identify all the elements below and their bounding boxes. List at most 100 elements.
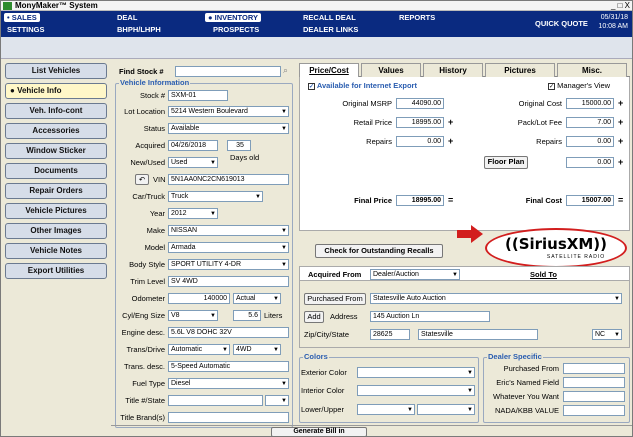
drive-select[interactable]: 4WD ▼: [233, 344, 281, 355]
managers-view[interactable]: ✓ Manager's View: [548, 81, 610, 90]
chevron-down-icon: ▼: [210, 160, 216, 166]
cartruck-select[interactable]: Truck ▼: [168, 191, 263, 202]
trans-select[interactable]: Automatic ▼: [168, 344, 230, 355]
status-select[interactable]: Available ▼: [168, 123, 289, 134]
tab-values[interactable]: Values: [361, 63, 421, 77]
cartruck-value: Truck: [171, 193, 189, 200]
generate-bill-button[interactable]: Generate Bill in: [271, 427, 367, 437]
pack-field[interactable]: 7.00: [566, 117, 614, 128]
nav-settings[interactable]: SETTINGS: [7, 25, 45, 34]
internet-export[interactable]: ✓ Available for Internet Export: [308, 81, 417, 90]
nav-dealer-links[interactable]: DEALER LINKS: [303, 25, 358, 34]
window-controls[interactable]: _ □ X: [611, 1, 630, 11]
purchased-from-button[interactable]: Purchased From: [304, 293, 366, 305]
nav-reports[interactable]: REPORTS: [399, 13, 435, 22]
purchased-from-select[interactable]: Statesville Auto Auction ▼: [370, 293, 622, 304]
dealer-f4-field[interactable]: [563, 405, 625, 416]
title-field[interactable]: [168, 395, 263, 406]
brands-field[interactable]: [168, 412, 289, 423]
lower-color-select[interactable]: ▼: [357, 404, 415, 415]
engdesc-field[interactable]: 5.6L V8 DOHC 32V: [168, 327, 289, 338]
sidebar-vehicle-notes[interactable]: Vehicle Notes: [5, 243, 107, 259]
fuel-value: Diesel: [171, 380, 191, 387]
nav-deal[interactable]: DEAL: [117, 13, 137, 22]
floor-plan-field[interactable]: 0.00: [566, 157, 614, 168]
sidebar-vehicle-pictures[interactable]: Vehicle Pictures: [5, 203, 107, 219]
state-select[interactable]: NC ▼: [592, 329, 622, 340]
acquired-from-select[interactable]: Dealer/Auction ▼: [370, 269, 460, 280]
make-select[interactable]: NISSAN ▼: [168, 225, 289, 236]
liters-field[interactable]: 5.6: [233, 310, 261, 321]
zip-city-state-label: Zip/City/State: [304, 330, 350, 339]
check-recalls-button[interactable]: Check for Outstanding Recalls: [315, 244, 443, 258]
sirius-logo[interactable]: ((SiriusXM)) SATELLITE RADIO: [485, 228, 627, 268]
tab-misc[interactable]: Misc.: [557, 63, 627, 77]
binoculars-icon[interactable]: ⌕: [283, 65, 288, 76]
plus-sign: +: [618, 98, 624, 108]
int-color-select[interactable]: ▼: [357, 385, 475, 396]
cyl-select[interactable]: V8 ▼: [168, 310, 218, 321]
body-select[interactable]: SPORT UTILITY 4-DR ▼: [168, 259, 289, 270]
sidebar-vehicle-info[interactable]: ● Vehicle Info: [5, 83, 107, 99]
newused-value: Used: [171, 159, 188, 166]
chevron-down-icon: ▼: [281, 126, 287, 132]
nav-prospects[interactable]: PROSPECTS: [213, 25, 259, 34]
title-bar: MonyMaker™ System _ □ X: [1, 1, 632, 11]
sidebar-documents[interactable]: Documents: [5, 163, 107, 179]
msrp-field[interactable]: 44090.00: [396, 98, 444, 109]
undo-icon[interactable]: ↶: [135, 174, 149, 185]
nav-inventory[interactable]: ● INVENTORY: [205, 13, 261, 22]
fuel-select[interactable]: Diesel ▼: [168, 378, 289, 389]
sidebar-veh-info-cont[interactable]: Veh. Info-cont: [5, 103, 107, 119]
sidebar-other-images[interactable]: Other Images: [5, 223, 107, 239]
model-select[interactable]: Armada ▼: [168, 242, 289, 253]
odometer-type-select[interactable]: Actual ▼: [233, 293, 281, 304]
orig-cost-field[interactable]: 15000.00: [566, 98, 614, 109]
retail-field[interactable]: 18995.00: [396, 117, 444, 128]
make-value: NISSAN: [171, 227, 198, 234]
year-select[interactable]: 2012 ▼: [168, 208, 218, 219]
dealer-f2-field[interactable]: [563, 377, 625, 388]
sidebar-list-vehicles[interactable]: List Vehicles: [5, 63, 107, 79]
dealer-f3-label: Whatever You Want: [492, 392, 559, 401]
bottom-bar: [111, 425, 632, 437]
acquired-field[interactable]: 04/26/2018: [168, 140, 218, 151]
repairs2-label: Repairs: [536, 137, 562, 146]
sidebar-window-sticker[interactable]: Window Sticker: [5, 143, 107, 159]
title-state-select[interactable]: ▼: [265, 395, 289, 406]
transdesc-field[interactable]: 5-Speed Automatic: [168, 361, 289, 372]
ext-color-label: Exterior Color: [301, 368, 347, 377]
vin-field[interactable]: 5N1AA0NC2CN619013: [168, 174, 289, 185]
tab-price-cost[interactable]: Price/Cost: [299, 63, 359, 77]
odometer-field[interactable]: 140000: [168, 293, 230, 304]
tab-history[interactable]: History: [423, 63, 483, 77]
city-field[interactable]: Statesville: [418, 329, 538, 340]
newused-select[interactable]: Used ▼: [168, 157, 218, 168]
nav-sales[interactable]: • SALES: [4, 13, 40, 22]
sidebar-export-utilities[interactable]: Export Utilities: [5, 263, 107, 279]
sidebar-repair-orders[interactable]: Repair Orders: [5, 183, 107, 199]
floor-plan-button[interactable]: Floor Plan: [484, 156, 528, 169]
dealer-f3-field[interactable]: [563, 391, 625, 402]
dealer-f1-field[interactable]: [563, 363, 625, 374]
nav-quick-quote[interactable]: QUICK QUOTE: [535, 19, 588, 28]
tab-pictures[interactable]: Pictures: [485, 63, 555, 77]
vehicle-form: Find Stock # ⌕ Vehicle Information Stock…: [113, 63, 296, 433]
sidebar-accessories[interactable]: Accessories: [5, 123, 107, 139]
trim-field[interactable]: SV 4WD: [168, 276, 289, 287]
zip-field[interactable]: 28625: [370, 329, 410, 340]
days-field: 35: [227, 140, 251, 151]
lot-select[interactable]: 5214 Western Boulevard ▼: [168, 106, 289, 117]
address-field[interactable]: 145 Auction Ln: [370, 311, 490, 322]
repairs-field[interactable]: 0.00: [396, 136, 444, 147]
upper-color-select[interactable]: ▼: [417, 404, 475, 415]
stock-field[interactable]: SXM-01: [168, 90, 228, 101]
sold-to-tab[interactable]: Sold To: [530, 270, 557, 279]
nav-recall-deal[interactable]: RECALL DEAL: [303, 13, 356, 22]
nav-bhph[interactable]: BHPH/LHPH: [117, 25, 161, 34]
arrow-right-icon: [457, 225, 483, 243]
find-stock-input[interactable]: [175, 66, 281, 77]
ext-color-select[interactable]: ▼: [357, 367, 475, 378]
repairs2-field[interactable]: 0.00: [566, 136, 614, 147]
add-button[interactable]: Add: [304, 311, 324, 323]
